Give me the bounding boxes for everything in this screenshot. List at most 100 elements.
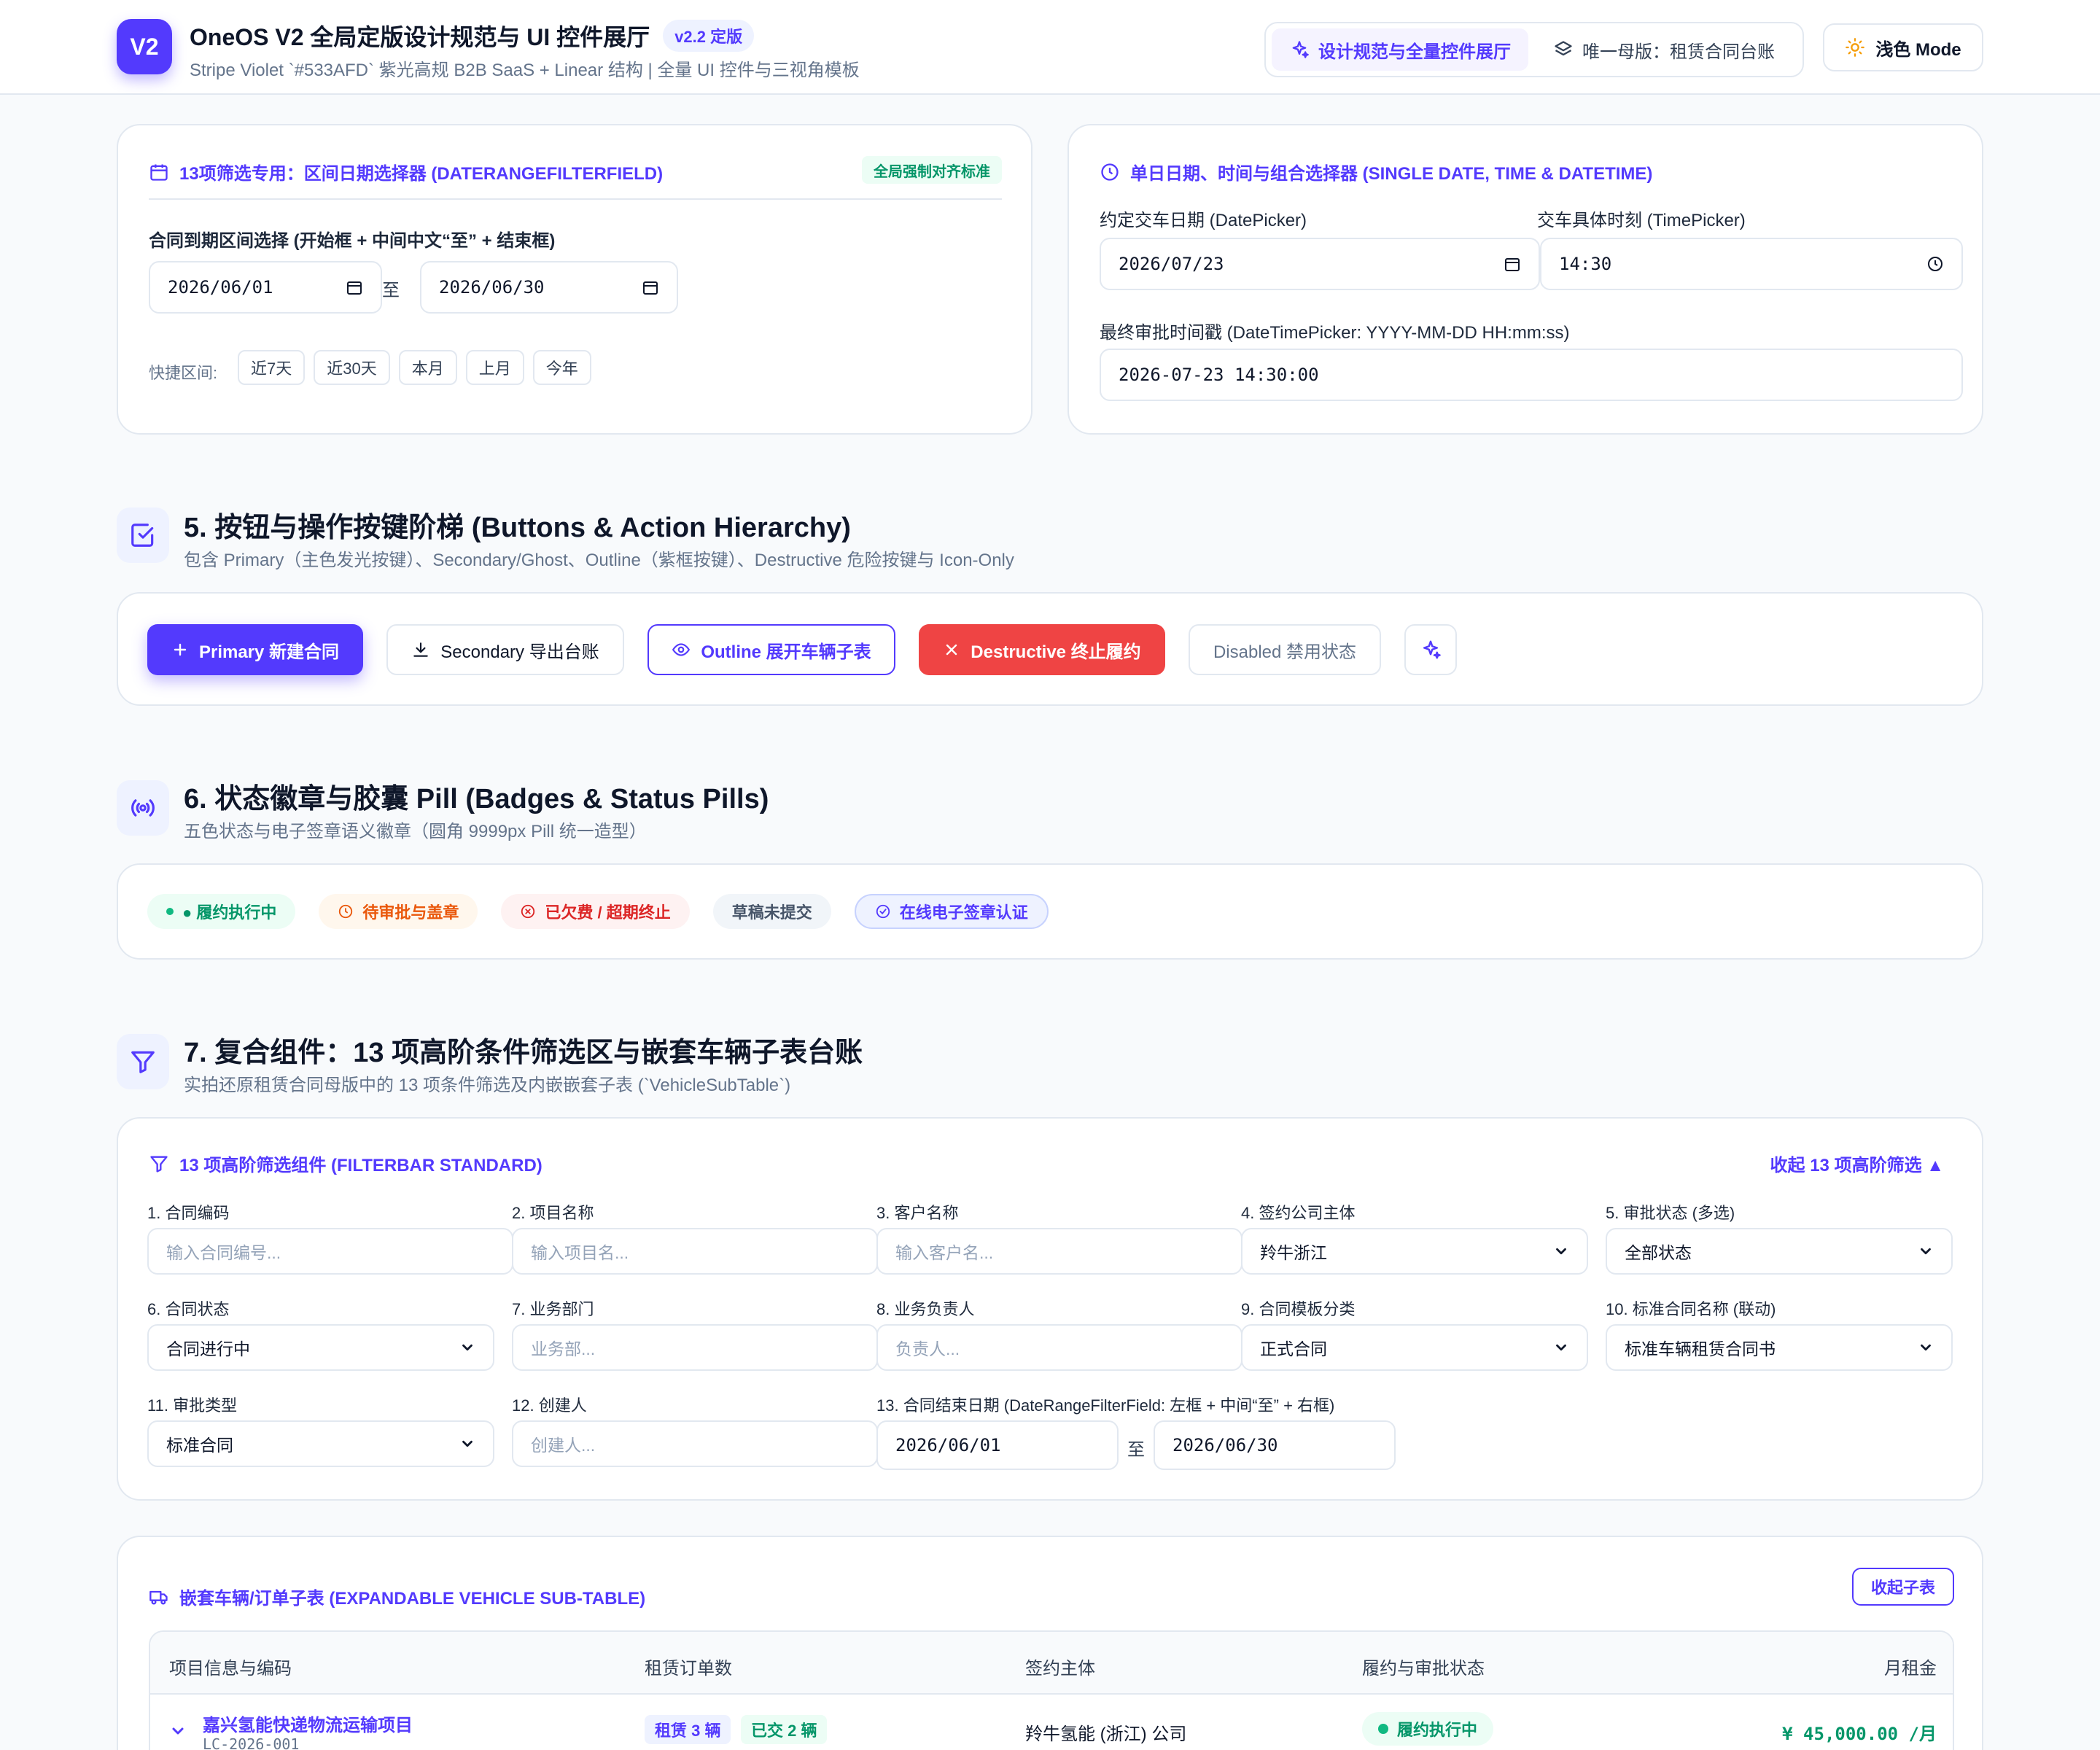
subtable-header-row: 项目信息与编码 租赁订单数 签约主体 履约与审批状态 月租金 bbox=[150, 1632, 1953, 1695]
quick-range-chip[interactable]: 近7天 bbox=[238, 350, 306, 385]
department-placeholder: 业务部... bbox=[531, 1339, 596, 1358]
theme-mode-label: 浅色 Mode bbox=[1875, 39, 1961, 60]
filter-label-contract-status: 6. 合同状态 bbox=[147, 1300, 230, 1318]
collapse-filter-link[interactable]: 收起 13 项高阶筛选 ▲ bbox=[1770, 1151, 1944, 1176]
status-pill-pending: 待审批与盖章 bbox=[319, 894, 478, 929]
calendar-icon bbox=[149, 162, 169, 182]
approval-status-select[interactable]: 全部状态 bbox=[1606, 1228, 1953, 1275]
chevron-down-icon bbox=[1553, 1339, 1569, 1356]
outline-button[interactable]: Outline 展开车辆子表 bbox=[648, 624, 895, 675]
icon-only-button[interactable] bbox=[1404, 624, 1457, 675]
end-date-start-input[interactable]: 2026/06/01 bbox=[876, 1420, 1119, 1470]
calendar-icon[interactable] bbox=[346, 279, 363, 296]
chevron-down-icon[interactable] bbox=[169, 1722, 187, 1740]
approval-status-value: 全部状态 bbox=[1625, 1243, 1692, 1262]
date-range-card-title: 13项筛选专用：区间日期选择器 (DATERANGEFILTERFIELD) bbox=[149, 159, 663, 184]
owner-input[interactable]: 负责人... bbox=[876, 1324, 1242, 1371]
filter-label-approval-status: 5. 审批状态 (多选) bbox=[1606, 1204, 1735, 1222]
template-category-select[interactable]: 正式合同 bbox=[1241, 1324, 1588, 1371]
tab-design-gallery[interactable]: 设计规范与全量控件展厅 bbox=[1272, 28, 1528, 71]
radio-signal-icon bbox=[117, 780, 169, 836]
clock-icon[interactable] bbox=[1926, 255, 1944, 273]
disabled-button: Disabled 禁用状态 bbox=[1189, 624, 1381, 675]
contract-code-input[interactable]: 输入合同编号... bbox=[147, 1228, 513, 1275]
col-header-project: 项目信息与编码 bbox=[169, 1659, 292, 1679]
customer-name-input[interactable]: 输入客户名... bbox=[876, 1228, 1242, 1275]
filter-label-contract-code: 1. 合同编码 bbox=[147, 1204, 230, 1222]
calendar-icon[interactable] bbox=[642, 279, 659, 296]
row-project-name[interactable]: 嘉兴氢能快递物流运输项目 bbox=[203, 1711, 413, 1736]
table-row[interactable]: 嘉兴氢能快递物流运输项目 LC-2026-001 租赁 3 辆 已交 2 辆 羚… bbox=[150, 1695, 1953, 1750]
row-status-pill: 履约执行中 bbox=[1362, 1712, 1494, 1746]
chevron-down-icon bbox=[459, 1436, 475, 1452]
pills-row: ● 履约执行中 待审批与盖章 已欠费 / 超期终止 草稿未提交 在线电子签章认证 bbox=[147, 894, 1049, 929]
col-header-entity: 签约主体 bbox=[1025, 1659, 1095, 1679]
approval-datetime-input[interactable]: 2026-07-23 14:30:00 bbox=[1100, 349, 1963, 401]
date-range-card-title-text: 13项筛选专用：区间日期选择器 (DATERANGEFILTERFIELD) bbox=[179, 164, 664, 184]
date-range-start-input[interactable]: 2026/06/01 bbox=[149, 261, 382, 314]
filter-label-template-category: 9. 合同模板分类 bbox=[1241, 1300, 1356, 1318]
creator-input[interactable]: 创建人... bbox=[512, 1420, 878, 1467]
range-separator: 至 bbox=[382, 281, 400, 300]
lease-count-tag: 租赁 3 辆 bbox=[645, 1715, 731, 1744]
quick-range-chip[interactable]: 近30天 bbox=[314, 350, 390, 385]
destructive-button-label: Destructive 终止履约 bbox=[971, 642, 1141, 662]
secondary-button[interactable]: Secondary 导出台账 bbox=[386, 624, 624, 675]
calendar-icon[interactable] bbox=[1504, 255, 1521, 273]
subtable-card-title-text: 嵌套车辆/订单子表 (EXPANDABLE VEHICLE SUB-TABLE) bbox=[179, 1589, 646, 1609]
tab-design-gallery-label: 设计规范与全量控件展厅 bbox=[1318, 42, 1511, 62]
date-range-start-value: 2026/06/01 bbox=[168, 277, 273, 298]
truck-icon bbox=[149, 1587, 169, 1607]
destructive-button[interactable]: Destructive 终止履约 bbox=[919, 624, 1165, 675]
delivery-date-input[interactable]: 2026/07/23 bbox=[1100, 238, 1540, 290]
layers-icon bbox=[1553, 39, 1574, 60]
filter-label-customer-name: 3. 客户名称 bbox=[876, 1204, 959, 1222]
check-square-icon bbox=[117, 508, 169, 563]
col-header-status: 履约与审批状态 bbox=[1362, 1659, 1485, 1679]
contract-status-select[interactable]: 合同进行中 bbox=[147, 1324, 494, 1371]
tab-lease-ledger[interactable]: 唯一母版：租赁合同台账 bbox=[1536, 28, 1792, 71]
primary-button[interactable]: Primary 新建合同 bbox=[147, 624, 363, 675]
contract-code-placeholder: 输入合同编号... bbox=[166, 1243, 281, 1262]
single-date-card-title-text: 单日日期、时间与组合选择器 (SINGLE DATE, TIME & DATET… bbox=[1130, 164, 1653, 184]
approval-type-select[interactable]: 标准合同 bbox=[147, 1420, 494, 1467]
collapse-subtable-button[interactable]: 收起子表 bbox=[1852, 1568, 1954, 1606]
date-range-end-input[interactable]: 2026/06/30 bbox=[420, 261, 678, 314]
quick-range-chip[interactable]: 今年 bbox=[532, 350, 591, 385]
status-pill-esign: 在线电子签章认证 bbox=[854, 894, 1049, 929]
filter-label-signing-entity: 4. 签约公司主体 bbox=[1241, 1204, 1356, 1222]
subtable: 项目信息与编码 租赁订单数 签约主体 履约与审批状态 月租金 嘉兴氢能快递物流运… bbox=[149, 1630, 1954, 1750]
delivery-time-input[interactable]: 14:30 bbox=[1540, 238, 1963, 290]
standard-contract-select[interactable]: 标准车辆租赁合同书 bbox=[1606, 1324, 1953, 1371]
end-date-end-input[interactable]: 2026/06/30 bbox=[1154, 1420, 1396, 1470]
project-name-input[interactable]: 输入项目名... bbox=[512, 1228, 878, 1275]
filter-label-project-name: 2. 项目名称 bbox=[512, 1204, 594, 1222]
theme-mode-button[interactable]: 浅色 Mode bbox=[1823, 23, 1983, 71]
chevron-down-icon bbox=[1918, 1243, 1934, 1259]
filter-card-title-text: 13 项高阶筛选组件 (FILTERBAR STANDARD) bbox=[179, 1156, 542, 1175]
tab-lease-ledger-label: 唯一母版：租赁合同台账 bbox=[1582, 42, 1775, 62]
app-title: OneOS V2 全局定版设计规范与 UI 控件展厅 v2.2 定版 bbox=[190, 19, 755, 52]
customer-name-placeholder: 输入客户名... bbox=[895, 1243, 994, 1262]
status-pill-pending-label: 待审批与盖章 bbox=[362, 903, 459, 922]
signing-entity-select[interactable]: 羚牛浙江 bbox=[1241, 1228, 1588, 1275]
status-pill-active: ● 履约执行中 bbox=[147, 894, 296, 929]
date-range-label: 合同到期区间选择 (开始框 + 中间中文“至” + 结束框) bbox=[149, 231, 556, 251]
filter-card-title: 13 项高阶筛选组件 (FILTERBAR STANDARD) bbox=[149, 1151, 542, 1176]
status-pill-active-label: ● 履约执行中 bbox=[182, 903, 277, 922]
row-signing-entity: 羚牛氢能 (浙江) 公司 bbox=[1025, 1724, 1187, 1744]
section6-subtitle: 五色状态与电子签章语义徽章（圆角 9999px Pill 统一造型） bbox=[184, 822, 647, 841]
end-date-end-value: 2026/06/30 bbox=[1172, 1435, 1278, 1455]
department-input[interactable]: 业务部... bbox=[512, 1324, 878, 1371]
approval-datetime-value: 2026-07-23 14:30:00 bbox=[1119, 365, 1319, 385]
divider bbox=[149, 198, 1002, 200]
quick-range-chip[interactable]: 本月 bbox=[398, 350, 457, 385]
single-date-card-title: 单日日期、时间与组合选择器 (SINGLE DATE, TIME & DATET… bbox=[1100, 159, 1652, 184]
section5-title: 5. 按钮与操作按键阶梯 (Buttons & Action Hierarchy… bbox=[184, 513, 851, 543]
top-header: V2 OneOS V2 全局定版设计规范与 UI 控件展厅 v2.2 定版 St… bbox=[0, 0, 2100, 95]
project-name-placeholder: 输入项目名... bbox=[531, 1243, 629, 1262]
subtable-card-title: 嵌套车辆/订单子表 (EXPANDABLE VEHICLE SUB-TABLE) bbox=[149, 1584, 645, 1609]
clock-icon bbox=[1100, 162, 1120, 182]
quick-range-chip[interactable]: 上月 bbox=[465, 350, 524, 385]
delivered-count-tag: 已交 2 辆 bbox=[741, 1715, 828, 1744]
